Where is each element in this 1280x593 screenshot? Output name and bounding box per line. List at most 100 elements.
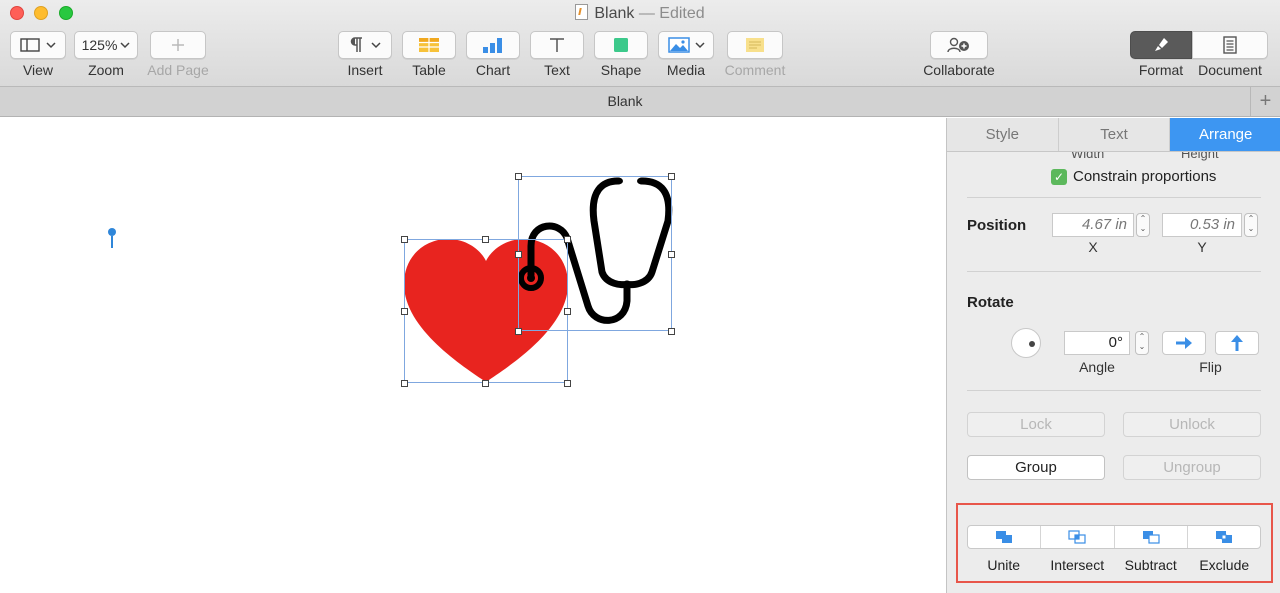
exclude-icon (1215, 531, 1232, 543)
collaborate-button[interactable] (930, 31, 988, 59)
position-y-field[interactable]: 0.53 in (1162, 213, 1242, 237)
insert-label: Insert (347, 62, 383, 78)
resize-handle[interactable] (668, 328, 675, 335)
document-tab-bar: Blank + (0, 87, 1280, 117)
resize-handle[interactable] (482, 236, 489, 243)
lock-button[interactable]: Lock (967, 412, 1105, 437)
format-inspector: Style Text Arrange Width Height ✓ Constr… (946, 118, 1280, 593)
angle-field[interactable]: 0° (1064, 331, 1130, 355)
comment-button[interactable] (727, 31, 783, 59)
rotate-wheel[interactable] (1011, 328, 1041, 358)
shape-label: Shape (600, 62, 642, 78)
stethoscope-selection-frame (518, 176, 672, 331)
unlock-button[interactable]: Unlock (1123, 412, 1261, 437)
subtract-icon (1142, 531, 1160, 544)
document-icon (1223, 36, 1237, 54)
chart-button[interactable] (466, 31, 520, 59)
add-page-label: Add Page (147, 62, 209, 78)
media-button[interactable] (658, 31, 714, 59)
tab-arrange[interactable]: Arrange (1170, 118, 1280, 151)
add-page-item: Add Page (146, 31, 210, 78)
group-button[interactable]: Group (967, 455, 1105, 480)
comment-note-icon (746, 38, 764, 52)
table-icon (419, 38, 439, 52)
position-y-stepper[interactable]: ⌃ ⌄ (1244, 213, 1258, 237)
format-button[interactable] (1130, 31, 1192, 59)
format-label: Format (1138, 62, 1184, 78)
text-cursor-pin (108, 228, 116, 248)
table-item: Table (402, 31, 456, 78)
insert-button[interactable] (338, 31, 392, 59)
window-title: Blank — Edited (0, 4, 1280, 23)
resize-handle[interactable] (401, 308, 408, 315)
window-title-text: Blank (594, 5, 635, 22)
tab-text[interactable]: Text (1058, 118, 1171, 151)
format-item: Format (1130, 31, 1192, 78)
subtract-label: Subtract (1124, 557, 1177, 573)
rotate-label: Rotate (967, 294, 1014, 311)
resize-handle[interactable] (515, 251, 522, 258)
chevron-down-icon (694, 42, 705, 49)
view-button[interactable] (10, 31, 66, 59)
exclude-button[interactable] (1188, 526, 1260, 548)
zoom-label: Zoom (88, 62, 124, 78)
comment-label: Comment (724, 62, 786, 78)
new-tab-button[interactable]: + (1250, 87, 1280, 116)
text-button[interactable] (530, 31, 584, 59)
resize-handle[interactable] (401, 380, 408, 387)
zoom-select[interactable]: 125% (74, 31, 138, 59)
add-page-button[interactable] (150, 31, 206, 59)
shape-button[interactable] (594, 31, 648, 59)
resize-handle[interactable] (482, 380, 489, 387)
flip-label: Flip (1199, 359, 1222, 375)
resize-handle[interactable] (668, 251, 675, 258)
chart-item: Chart (466, 31, 520, 78)
unite-label: Unite (987, 557, 1021, 573)
document-button[interactable] (1192, 31, 1268, 59)
ungroup-button[interactable]: Ungroup (1123, 455, 1261, 480)
media-item: Media (658, 31, 714, 78)
position-x-stepper[interactable]: ⌃ ⌄ (1136, 213, 1150, 237)
collaborate-person-icon (947, 37, 969, 53)
zoom-value: 125% (81, 37, 118, 53)
document-canvas[interactable] (0, 118, 946, 593)
resize-handle[interactable] (515, 173, 522, 180)
chevron-down-icon (120, 42, 130, 49)
tab-style[interactable]: Style (947, 118, 1059, 151)
table-label: Table (412, 62, 446, 78)
document-label: Document (1198, 62, 1262, 78)
table-button[interactable] (402, 31, 456, 59)
unite-icon (996, 531, 1013, 543)
flip-horizontal-button[interactable] (1162, 331, 1206, 355)
constrain-proportions-checkbox[interactable]: ✓ Constrain proportions (1051, 168, 1216, 185)
inspector-tabs: Style Text Arrange (947, 118, 1280, 152)
resize-handle[interactable] (564, 380, 571, 387)
document-tab[interactable]: Blank (0, 93, 1250, 109)
comment-item: Comment (724, 31, 786, 78)
collaborate-item: Collaborate (920, 31, 998, 78)
pages-document-icon (575, 4, 589, 20)
resize-handle[interactable] (515, 328, 522, 335)
intersect-button[interactable] (1041, 526, 1115, 548)
position-x-label: X (1088, 239, 1098, 255)
insert-item: Insert (338, 31, 392, 78)
plus-icon (172, 39, 184, 51)
view-label: View (22, 62, 54, 78)
chart-label: Chart (475, 62, 511, 78)
unite-button[interactable] (968, 526, 1042, 548)
flip-vertical-button[interactable] (1215, 331, 1259, 355)
photo-icon (667, 37, 690, 53)
position-x-field[interactable]: 4.67 in (1052, 213, 1134, 237)
size-labels-clip: Width Height (947, 152, 1280, 162)
zoom-item: 125% Zoom (74, 31, 138, 78)
height-label: Height (1181, 152, 1219, 161)
subtract-button[interactable] (1115, 526, 1188, 548)
resize-handle[interactable] (401, 236, 408, 243)
position-label: Position (967, 217, 1027, 234)
width-label: Width (1071, 152, 1105, 161)
angle-stepper[interactable]: ⌃ ⌄ (1135, 331, 1149, 355)
chevron-down-icon (371, 42, 381, 49)
resize-handle[interactable] (668, 173, 675, 180)
angle-label: Angle (1079, 359, 1115, 375)
chevron-down-icon (46, 42, 56, 49)
